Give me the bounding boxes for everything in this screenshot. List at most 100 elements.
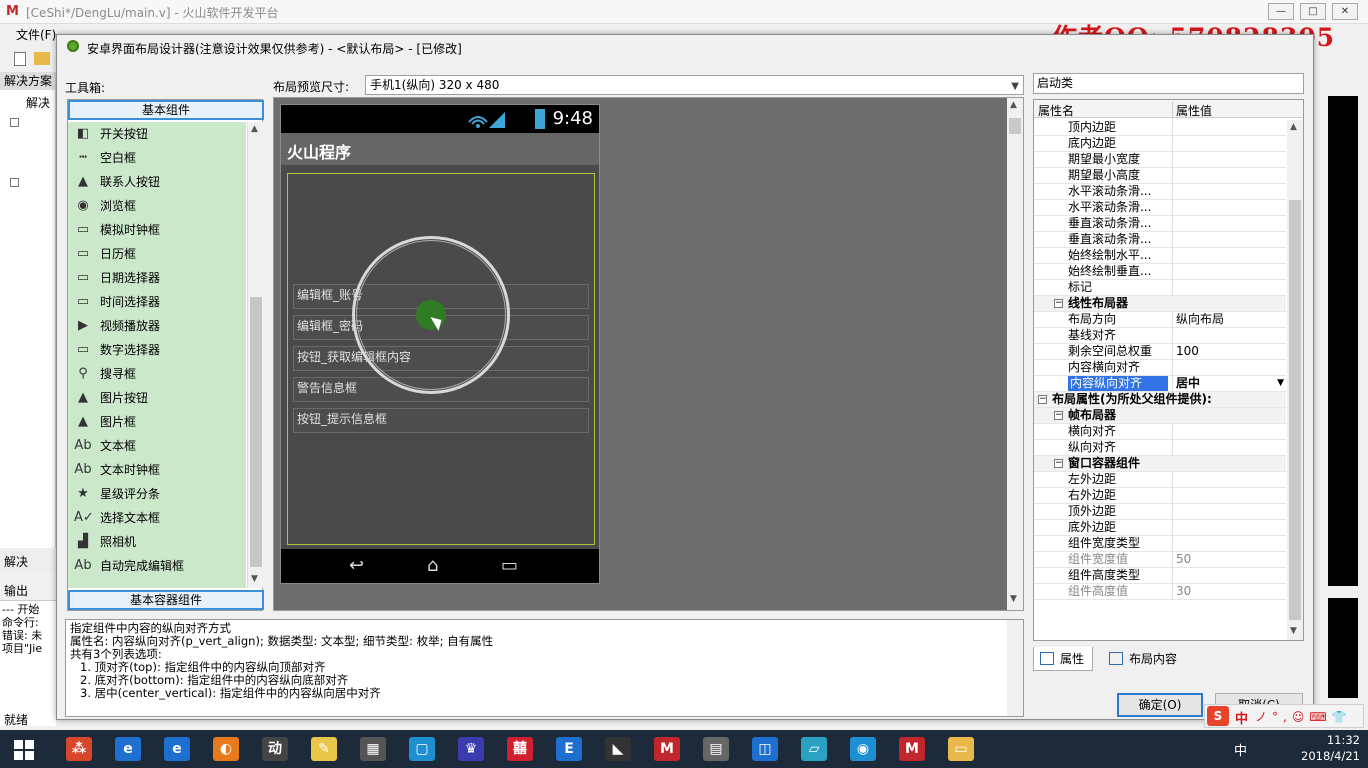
property-value[interactable]	[1172, 136, 1286, 152]
toolbox-item[interactable]: ⚲ 搜寻框	[68, 362, 246, 386]
property-value[interactable]: 居中	[1172, 376, 1286, 392]
scroll-up-icon[interactable]: ▲	[1010, 100, 1017, 110]
taskbar-app-icon[interactable]: e	[164, 737, 190, 761]
property-row[interactable]: 剩余空间总权重 100	[1034, 344, 1286, 360]
scroll-down-icon[interactable]: ▼	[251, 574, 258, 584]
property-row[interactable]: 顶外边距	[1034, 504, 1286, 520]
taskbar-app-icon[interactable]: ⁂	[66, 737, 92, 761]
toolbox-item[interactable]: ▭ 日历框	[68, 242, 246, 266]
taskbar-app-icon[interactable]: ▱	[801, 737, 827, 761]
scroll-down-icon[interactable]: ▼	[1010, 594, 1017, 604]
open-folder-icon[interactable]	[34, 52, 50, 65]
toolbox-item[interactable]: ◉ 浏览框	[68, 194, 246, 218]
chevron-down-icon[interactable]: ▼	[1277, 376, 1284, 391]
toolbox-item[interactable]: ▲ 联系人按钮	[68, 170, 246, 194]
tab-layout-content[interactable]: 布局内容	[1103, 647, 1185, 671]
property-row[interactable]: 始终绘制水平...	[1034, 248, 1286, 264]
sogou-logo[interactable]: S	[1207, 706, 1229, 726]
toolbox-item[interactable]: ▶ 视频播放器	[68, 314, 246, 338]
property-row[interactable]: 顶内边距	[1034, 120, 1286, 136]
property-row[interactable]: 横向对齐	[1034, 424, 1286, 440]
taskbar-app-icon[interactable]: ✎	[311, 737, 337, 761]
start-button[interactable]	[14, 740, 34, 760]
toolbox-item[interactable]: ▲ 图片按钮	[68, 386, 246, 410]
solution-tree-item[interactable]: 解决	[0, 90, 55, 111]
property-value[interactable]	[1172, 472, 1286, 488]
property-value[interactable]	[1172, 568, 1286, 584]
toolbox-group-container[interactable]: 基本容器组件	[68, 590, 264, 610]
ime-tools[interactable]: ノ°,☺⌨👕	[1255, 708, 1352, 725]
property-row[interactable]: 布局方向 纵向布局	[1034, 312, 1286, 328]
property-row[interactable]: 纵向对齐	[1034, 440, 1286, 456]
property-value[interactable]	[1172, 440, 1286, 456]
property-row[interactable]: 水平滚动条滑...	[1034, 200, 1286, 216]
property-value[interactable]	[1172, 424, 1286, 440]
property-value[interactable]	[1172, 216, 1286, 232]
property-row[interactable]: 标记	[1034, 280, 1286, 296]
collapse-icon[interactable]: −	[1054, 299, 1063, 308]
property-value[interactable]	[1172, 536, 1286, 552]
tree-expand-icon[interactable]	[10, 118, 19, 127]
tray-clock[interactable]: 11:32 2018/4/21	[1300, 732, 1360, 764]
property-value[interactable]	[1172, 488, 1286, 504]
property-value[interactable]	[1172, 168, 1286, 184]
property-row[interactable]: 底外边距	[1034, 520, 1286, 536]
property-row[interactable]: 基线对齐	[1034, 328, 1286, 344]
tab-properties[interactable]: 属性	[1033, 647, 1094, 671]
property-row[interactable]: 组件高度值 30	[1034, 584, 1286, 600]
toolbox-item[interactable]: Ab 文本时钟框	[68, 458, 246, 482]
taskbar-app-icon[interactable]: ◐	[213, 737, 239, 761]
property-value[interactable]	[1172, 120, 1286, 136]
property-value[interactable]	[1172, 184, 1286, 200]
toolbox-item[interactable]: A✓ 选择文本框	[68, 506, 246, 530]
property-value[interactable]: 50	[1172, 552, 1286, 568]
property-value[interactable]	[1172, 328, 1286, 344]
taskbar-app-icon[interactable]: e	[115, 737, 141, 761]
property-row[interactable]: 垂直滚动条滑...	[1034, 216, 1286, 232]
scroll-up-icon[interactable]: ▲	[251, 124, 258, 134]
property-row[interactable]: 内容纵向对齐 居中 ▼	[1034, 376, 1286, 392]
property-scrollbar[interactable]: ▲ ▼	[1287, 120, 1303, 640]
collapse-icon[interactable]: −	[1054, 411, 1063, 420]
property-row[interactable]: 左外边距	[1034, 472, 1286, 488]
toolbox-item[interactable]: ┅ 空白框	[68, 146, 246, 170]
toolbox-item[interactable]: Ab 文本框	[68, 434, 246, 458]
property-value[interactable]	[1172, 520, 1286, 536]
taskbar-app-icon[interactable]: ◣	[605, 737, 631, 761]
tree-expand-icon[interactable]	[10, 178, 19, 187]
ok-button[interactable]: 确定(O)	[1117, 693, 1203, 717]
property-row[interactable]: 始终绘制垂直...	[1034, 264, 1286, 280]
taskbar-app-icon[interactable]: ◉	[850, 737, 876, 761]
property-value[interactable]	[1172, 152, 1286, 168]
property-row[interactable]: 期望最小高度	[1034, 168, 1286, 184]
preview-size-select[interactable]: 手机1(纵向) 320 x 480 ▼	[365, 75, 1024, 95]
taskbar-app-icon[interactable]: ▤	[703, 737, 729, 761]
property-row[interactable]: 组件高度类型	[1034, 568, 1286, 584]
taskbar-app-icon[interactable]: 动	[262, 737, 288, 761]
property-value[interactable]: 100	[1172, 344, 1286, 360]
property-category[interactable]: − 帧布局器	[1034, 408, 1286, 424]
taskbar-app-icon[interactable]: M	[899, 737, 925, 761]
scrollbar-thumb[interactable]	[1009, 118, 1021, 134]
scroll-up-icon[interactable]: ▲	[1290, 122, 1297, 132]
close-button[interactable]: ✕	[1332, 3, 1358, 20]
property-value[interactable]: 30	[1172, 584, 1286, 600]
property-value[interactable]	[1172, 248, 1286, 264]
taskbar-app-icon[interactable]: ♛	[458, 737, 484, 761]
property-value[interactable]	[1172, 360, 1286, 376]
toolbox-item[interactable]: ▭ 时间选择器	[68, 290, 246, 314]
toolbox-item[interactable]: Ab 自动完成编辑框	[68, 554, 246, 578]
property-row[interactable]: 底内边距	[1034, 136, 1286, 152]
scrollbar-thumb[interactable]	[1289, 200, 1301, 620]
toolbox-item[interactable]: ▲ 图片框	[68, 410, 246, 434]
property-category[interactable]: − 布局属性(为所处父组件提供):	[1034, 392, 1286, 408]
taskbar-app-icon[interactable]: ▦	[360, 737, 386, 761]
toolbox-item[interactable]: ▭ 日期选择器	[68, 266, 246, 290]
collapse-icon[interactable]: −	[1054, 459, 1063, 468]
property-value[interactable]	[1172, 264, 1286, 280]
menu-file[interactable]: 文件(F)	[16, 26, 56, 43]
property-row[interactable]: 内容横向对齐	[1034, 360, 1286, 376]
tray-ime-indicator[interactable]: 中	[1234, 740, 1247, 759]
property-row[interactable]: 组件宽度类型	[1034, 536, 1286, 552]
property-value[interactable]	[1172, 504, 1286, 520]
